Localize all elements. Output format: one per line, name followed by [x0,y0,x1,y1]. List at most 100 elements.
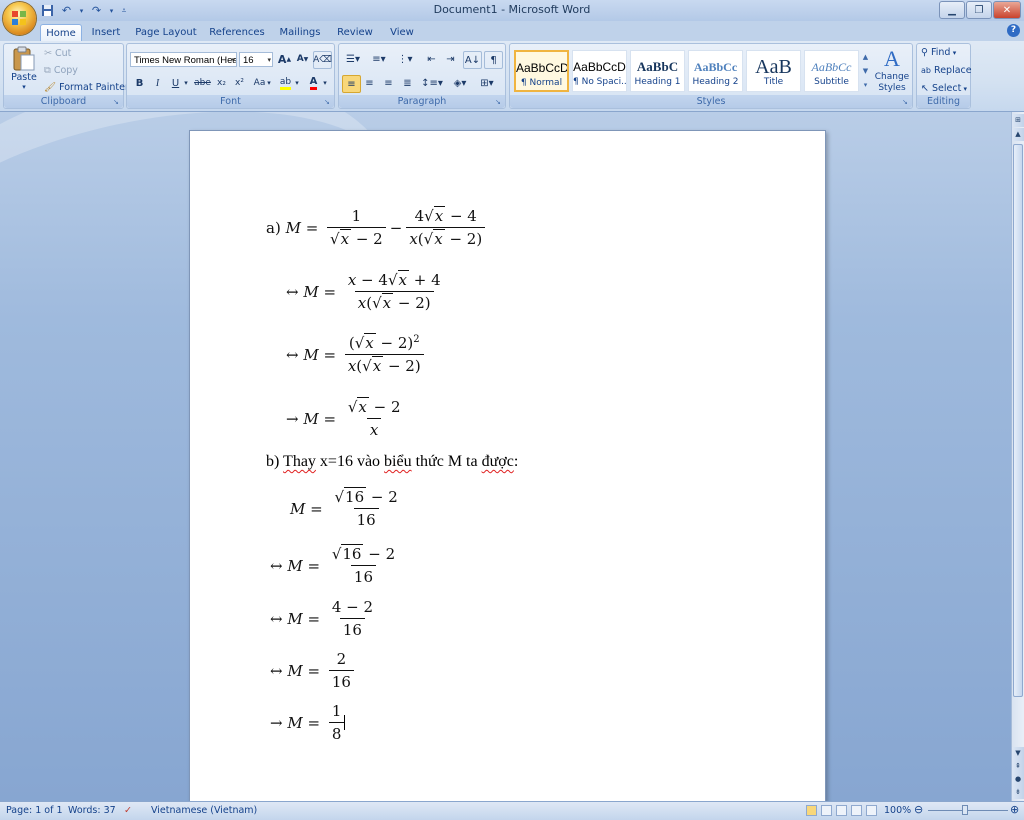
cut-button[interactable]: ✂ Cut [44,48,71,59]
minimize-button[interactable]: ▁ [939,1,965,19]
numbering-button[interactable]: ≡▾ [368,51,390,67]
bullets-button[interactable]: ☰▾ [342,51,364,67]
borders-button[interactable]: ⊞▾ [476,75,498,91]
word-count[interactable]: Words: 37 [68,805,116,816]
underline-dropdown-icon[interactable]: ▾ [182,75,190,91]
tab-mailings[interactable]: Mailings [276,24,324,41]
previous-page-icon[interactable]: ⇞ [1012,760,1024,773]
change-styles-button[interactable]: A Change Styles [874,46,910,94]
scroll-thumb[interactable] [1013,144,1023,697]
part-b-text[interactable]: b) Thay x=16 vào biểu thức M ta được: [266,453,518,471]
paragraph-launcher-icon[interactable]: ↘ [495,98,503,106]
equation-a-line-2[interactable]: ↔ M = x − 4√x + 4 x(√x − 2) [286,270,448,312]
zoom-level[interactable]: 100% [884,805,911,816]
font-color-button[interactable]: A [305,75,322,91]
restore-button[interactable]: ❐ [966,1,992,19]
equation-b-line-4[interactable]: ↔ M = 2 16 [270,650,358,691]
align-right-button[interactable]: ≡ [380,75,397,91]
redo-dropdown-icon[interactable]: ▾ [108,3,115,18]
vertical-scrollbar[interactable]: ⊞ ▲ ▼ ⇞ ● ⇟ [1011,112,1024,801]
close-button[interactable]: ✕ [993,1,1021,19]
next-page-icon[interactable]: ⇟ [1012,786,1024,799]
strikethrough-button[interactable]: abe [194,75,211,91]
font-size-box[interactable]: 16 ▾ [239,52,273,67]
increase-indent-button[interactable]: ⇥ [442,51,459,67]
equation-b-line-3[interactable]: ↔ M = 4 − 2 16 [270,598,380,639]
draft-view-icon[interactable] [866,805,877,816]
undo-icon[interactable]: ↶ [59,3,74,18]
scroll-down-icon[interactable]: ▼ [1012,747,1024,760]
style-subtitle[interactable]: AaBbCc Subtitle [804,50,859,92]
tab-insert[interactable]: Insert [88,24,124,41]
equation-b-line-2[interactable]: ↔ M = √16 − 2 16 [270,544,402,586]
highlight-dropdown-icon[interactable]: ▾ [293,75,301,91]
gallery-up-icon[interactable]: ▲ [861,50,870,64]
full-screen-reading-view-icon[interactable] [821,805,832,816]
tab-review[interactable]: Review [335,24,375,41]
equation-b-line-1[interactable]: M = √16 − 2 16 [290,487,405,529]
style-heading-2[interactable]: AaBbCc Heading 2 [688,50,743,92]
multilevel-list-button[interactable]: ⋮▾ [394,51,416,67]
equation-a-line-1[interactable]: a) M = 1 √x − 2 − 4√x − 4 x(√x − 2) [266,206,489,248]
page-count[interactable]: Page: 1 of 1 [6,805,63,816]
shrink-font-button[interactable]: A ▼ [294,51,311,67]
font-color-dropdown-icon[interactable]: ▾ [321,75,329,91]
replace-button[interactable]: ab Replace [921,65,972,76]
equation-b-line-5[interactable]: → M = 18 [270,702,346,743]
superscript-button[interactable]: x² [231,75,248,91]
sort-button[interactable]: A↓ [463,51,482,69]
proofing-icon[interactable]: ✓ [124,805,132,816]
gallery-more-icon[interactable]: ▾ [861,78,870,92]
save-icon[interactable] [40,3,55,18]
paste-button[interactable]: Paste ▾ [8,46,40,94]
customize-qat-icon[interactable]: ⩡ [119,3,129,18]
scroll-up-icon[interactable]: ▲ [1012,128,1024,141]
styles-gallery-scroll[interactable]: ▲ ▼ ▾ [861,50,870,92]
font-launcher-icon[interactable]: ↘ [324,98,332,106]
clipboard-launcher-icon[interactable]: ↘ [113,98,121,106]
bold-button[interactable]: B [131,75,148,91]
document-page[interactable]: a) M = 1 √x − 2 − 4√x − 4 x(√x − 2) ↔ M = … [189,130,826,801]
font-name-box[interactable]: Times New Roman (Hea ▾ [130,52,237,67]
clear-formatting-button[interactable]: A⌫ [313,51,332,69]
outline-view-icon[interactable] [851,805,862,816]
style-no-spacing[interactable]: AaBbCcD ¶ No Spaci... [572,50,627,92]
tab-home[interactable]: Home [40,24,82,42]
change-case-dropdown-icon[interactable]: ▾ [265,75,273,91]
italic-button[interactable]: I [149,75,166,91]
tab-view[interactable]: View [386,24,418,41]
highlight-button[interactable]: ab [277,75,294,91]
font-size-dropdown-icon[interactable]: ▾ [267,53,271,66]
select-browse-object-icon[interactable]: ● [1012,773,1024,786]
find-button[interactable]: ⚲ Find ▾ [921,47,956,58]
style-normal[interactable]: AaBbCcD ¶ Normal [514,50,569,92]
help-icon[interactable]: ? [1007,24,1020,37]
style-title[interactable]: AaB Title [746,50,801,92]
subscript-button[interactable]: x₂ [213,75,230,91]
line-spacing-button[interactable]: ↕≡▾ [421,75,443,91]
shading-button[interactable]: ◈▾ [449,75,471,91]
gallery-down-icon[interactable]: ▼ [861,64,870,78]
styles-launcher-icon[interactable]: ↘ [902,98,910,106]
equation-a-line-3[interactable]: ↔ M = (√x − 2)2 x(√x − 2) [286,333,428,375]
redo-icon[interactable]: ↷ [89,3,104,18]
style-heading-1[interactable]: AaBbC Heading 1 [630,50,685,92]
format-painter-button[interactable]: 🖌 Format Painter [44,82,129,93]
ruler-toggle-icon[interactable]: ⊞ [1012,114,1024,127]
zoom-slider-thumb[interactable] [962,805,968,815]
decrease-indent-button[interactable]: ⇤ [423,51,440,67]
zoom-in-icon[interactable]: ⊕ [1010,803,1019,816]
tab-references[interactable]: References [208,24,266,41]
copy-button[interactable]: ⧉ Copy [44,65,78,76]
tab-page-layout[interactable]: Page Layout [134,24,198,41]
select-button[interactable]: ↖ Select ▾ [921,83,967,94]
web-layout-view-icon[interactable] [836,805,847,816]
justify-button[interactable]: ≣ [399,75,416,91]
align-center-button[interactable]: ≡ [361,75,378,91]
font-name-dropdown-icon[interactable]: ▾ [231,53,235,66]
zoom-out-icon[interactable]: ⊖ [914,803,923,816]
print-layout-view-icon[interactable] [806,805,817,816]
show-marks-button[interactable]: ¶ [484,51,503,69]
zoom-slider-track[interactable] [928,810,1008,811]
align-left-button[interactable]: ≡ [342,75,361,93]
